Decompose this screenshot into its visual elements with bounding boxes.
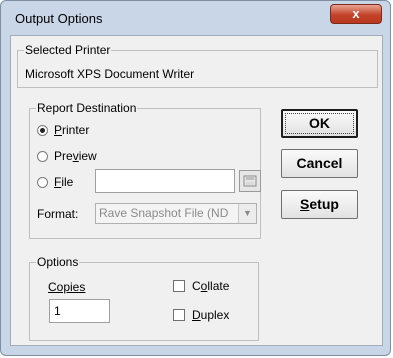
title-bar[interactable]: Output Options x: [1, 1, 390, 35]
report-destination-group: Report Destination Printer Preview File: [29, 101, 261, 239]
setup-button[interactable]: Setup: [281, 190, 358, 219]
printer-radio-button[interactable]: [37, 124, 48, 136]
collate-checkbox[interactable]: Collate: [173, 278, 229, 294]
printer-radio-label: Printer: [54, 123, 90, 137]
options-group: Options Copies 1 Collate Duplex: [29, 255, 259, 341]
file-radio-button[interactable]: [37, 176, 48, 188]
close-icon: x: [352, 6, 360, 21]
setup-button-label: Setup: [300, 196, 339, 212]
format-select[interactable]: Rave Snapshot File (ND ▼: [95, 203, 257, 224]
cancel-button[interactable]: Cancel: [281, 149, 358, 178]
duplex-checkbox-box[interactable]: [173, 309, 185, 321]
duplex-checkbox[interactable]: Duplex: [173, 307, 229, 323]
selected-printer-group: Selected Printer Microsoft XPS Document …: [17, 43, 378, 88]
collate-label: Collate: [192, 279, 230, 293]
preview-radio[interactable]: Preview: [37, 148, 97, 164]
folder-icon: [243, 175, 257, 187]
duplex-label: Duplex: [192, 308, 230, 322]
selected-printer-label: Selected Printer: [24, 43, 112, 57]
window-title: Output Options: [15, 11, 103, 26]
report-destination-label: Report Destination: [36, 101, 138, 115]
chevron-down-icon[interactable]: ▼: [238, 204, 256, 223]
options-label: Options: [36, 255, 80, 269]
file-path-input[interactable]: [95, 169, 235, 193]
output-options-window: Output Options x Selected Printer Micros…: [0, 0, 391, 356]
dialog-client-area: Selected Printer Microsoft XPS Document …: [10, 35, 383, 346]
copies-label: Copies: [48, 280, 86, 294]
browse-button[interactable]: [239, 170, 261, 192]
ok-button-label: OK: [285, 113, 354, 134]
format-label: Format:: [37, 207, 79, 221]
preview-radio-button[interactable]: [37, 150, 48, 162]
file-radio[interactable]: File: [37, 174, 73, 190]
copies-input[interactable]: 1: [49, 299, 110, 323]
preview-radio-label: Preview: [54, 149, 97, 163]
printer-name: Microsoft XPS Document Writer: [25, 67, 195, 81]
file-radio-label: File: [54, 175, 74, 189]
collate-checkbox-box[interactable]: [173, 280, 185, 292]
close-button[interactable]: x: [330, 4, 382, 24]
printer-radio[interactable]: Printer: [37, 122, 89, 138]
ok-button[interactable]: OK: [281, 109, 358, 138]
format-select-value: Rave Snapshot File (ND: [99, 206, 229, 220]
